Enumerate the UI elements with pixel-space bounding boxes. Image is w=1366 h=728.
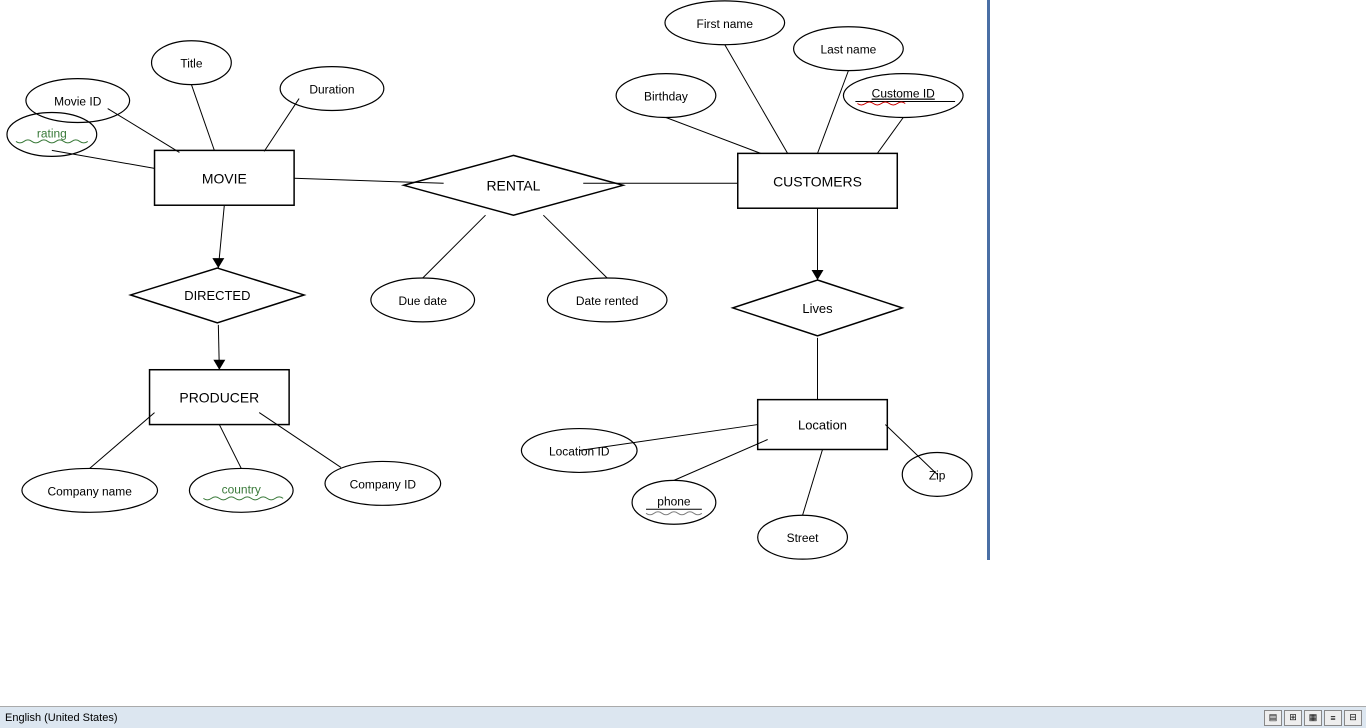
firstname-attr: First name [697,17,754,31]
language-indicator: English (United States) [5,712,118,724]
customer-id-attr: Custome ID [872,87,935,101]
title-attr: Title [180,57,202,71]
view-icon-2[interactable]: ⊞ [1284,710,1302,726]
view-icon-4[interactable]: ≡ [1324,710,1342,726]
company-name-attr: Company name [48,484,133,498]
customers-label: CUSTOMERS [773,173,862,189]
view-icon-5[interactable]: ⊟ [1344,710,1362,726]
lives-label: Lives [802,301,833,316]
view-icon-1[interactable]: ▤ [1264,710,1282,726]
diagram-canvas: MOVIE RENTAL CUSTOMERS DIRECTED PRODUCER… [0,0,990,560]
movie-label: MOVIE [202,170,247,186]
directed-label: DIRECTED [184,288,250,303]
view-icon-3[interactable]: ▦ [1304,710,1322,726]
company-id-attr: Company ID [350,477,417,491]
birthday-attr: Birthday [644,90,688,104]
location-id-attr: Location ID [549,444,610,458]
duration-attr: Duration [309,83,354,97]
view-icons: ▤ ⊞ ▦ ≡ ⊟ [1264,710,1366,726]
lastname-attr: Last name [821,43,877,57]
status-bar: English (United States) ▤ ⊞ ▦ ≡ ⊟ [0,706,1366,728]
due-date-attr: Due date [398,294,447,308]
zip-attr: Zip [929,468,946,482]
producer-label: PRODUCER [179,390,259,406]
phone-attr: phone [657,494,691,508]
location-label: Location [798,418,847,433]
street-attr: Street [787,531,820,545]
rental-label: RENTAL [486,177,540,193]
rating-attr: rating [37,126,67,140]
date-rented-attr: Date rented [576,294,638,308]
movie-id-attr: Movie ID [54,95,102,109]
country-attr: country [222,482,261,496]
